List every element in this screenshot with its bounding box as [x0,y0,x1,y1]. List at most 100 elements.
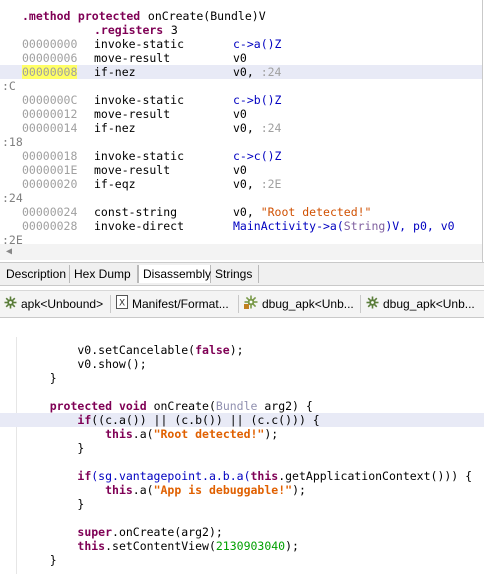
java-code-line[interactable]: } [0,553,484,567]
java-code-line[interactable]: } [0,371,484,385]
editor-tab-4[interactable]: dbug_apk<Unb... [366,294,475,314]
branch-label: :24 [2,191,23,205]
java-code-line[interactable]: if(sg.vantagepoint.a.b.a(this.getApplica… [0,469,484,483]
operand-token: v0 [233,51,247,65]
java-code-line[interactable]: this.setContentView(2130903040); [0,539,484,553]
java-code-line[interactable]: v0.setCancelable(false); [0,343,484,357]
java-token: this [77,539,106,553]
smali-instruction-line[interactable]: 00000006 move-result v0 [0,51,482,65]
java-line-text: if(sg.vantagepoint.a.b.a(this.getApplica… [22,469,472,483]
disassembly-view[interactable]: .method protected onCreate(Bundle)V .regi… [0,0,483,262]
editor-tab-label: dbug_apk<Unb... [383,297,475,311]
smali-instruction-line[interactable]: 00000028 invoke-direct MainActivity->a(Str… [0,219,482,233]
java-token: "Root detected!" [153,427,265,441]
operand-token: )V, p0, v0 [385,219,455,233]
instruction-address: 00000018 [22,149,78,163]
editor-tab-label: Manifest/Format... [132,297,229,311]
method-declaration-line: .method protected onCreate(Bundle)V [0,9,482,23]
java-code-line[interactable] [0,455,484,469]
java-token: } [22,371,57,385]
java-line-text: this.setContentView(2130903040); [22,539,299,553]
smali-instruction-line[interactable]: 00000008 if-nez v0, :24 [0,65,482,79]
java-token: if [77,469,92,483]
java-line-text: this.a("App is debuggable!"); [22,483,306,497]
method-directive: .method [22,9,71,23]
opcode: if-eqz [94,177,136,191]
operand-token: c->c()Z [233,149,282,163]
smali-instruction-line[interactable]: 0000000C invoke-static c->b()Z [0,93,482,107]
registers-line: .registers 3 [0,23,482,37]
smali-label-line[interactable]: :24 [0,191,482,205]
java-code-line[interactable]: protected void onCreate(Bundle arg2) { [0,399,484,413]
java-token: this [105,483,133,497]
tab-description[interactable]: Description [2,265,70,283]
java-code-line[interactable]: this.a("App is debuggable!"); [0,483,484,497]
java-token: onCreate( [146,399,216,413]
java-token: ); [285,539,299,553]
java-code-line[interactable]: } [0,497,484,511]
smali-label-line[interactable]: :18 [0,135,482,149]
java-source-editor[interactable]: v0.setCancelable(false); v0.show(); } pr… [0,337,484,574]
editor-tab-3[interactable]: dbug_apk<Unb... [244,294,354,314]
smali-instruction-line[interactable]: 00000012 move-result v0 [0,107,482,121]
operands: v0, :24 [233,121,281,135]
java-token: Bundle [215,399,258,413]
instruction-address: 0000001E [22,163,78,177]
java-code-line[interactable]: super.onCreate(arg2); [0,525,484,539]
editor-tab-label: dbug_apk<Unb... [262,297,354,311]
android-gear-icon [366,295,379,315]
operand-token: v0 [233,107,247,121]
scroll-left-arrow-icon[interactable]: ◀ [6,244,12,260]
svg-text:X: X [119,298,125,308]
java-token: "App is debuggable!" [153,483,293,497]
java-code-line[interactable]: v0.show(); [0,357,484,371]
operand-token: :24 [260,121,282,135]
java-code-line[interactable] [0,511,484,525]
java-code-line[interactable] [0,385,484,399]
tab-strings[interactable]: Strings [211,265,259,283]
java-token: protected void [49,399,147,413]
operands: c->c()Z [233,149,281,163]
operand-token: c->a()Z [233,37,282,51]
smali-instruction-line[interactable]: 00000024 const-string v0, "Root detected!" [0,205,482,219]
disassembly-horizontal-scrollbar[interactable]: ◀ [0,244,482,260]
instruction-address: 0000000C [22,93,78,107]
operands: v0, "Root detected!" [233,205,371,219]
java-token: } [22,441,85,455]
opcode: move-result [94,163,171,177]
tab-disassembly[interactable]: Disassembly [138,265,211,283]
editor-tab-label: apk<Unbound> [21,297,104,311]
operand-token: v0, [233,121,261,135]
tab-separator [110,295,111,313]
java-line-text: this.a("Root detected!"); [22,427,278,441]
registers-count: 3 [164,23,178,37]
branch-label: :18 [2,135,23,149]
smali-instruction-line[interactable]: 00000020 if-eqz v0, :2E [0,177,482,191]
java-token [22,399,50,413]
java-token: super [77,525,113,539]
operands: v0 [233,163,247,177]
operands: MainActivity->a(String)V, p0, v0 [233,219,455,233]
operand-token: v0, [233,65,261,79]
smali-label-line[interactable]: :C [0,79,482,93]
operands: v0 [233,51,247,65]
editor-tab-2[interactable]: X Manifest/Format... [116,294,229,314]
java-line-text: protected void onCreate(Bundle arg2) { [22,399,313,413]
tab-hex-dump[interactable]: Hex Dump [70,265,138,283]
java-line-text: v0.show(); [22,357,146,371]
instruction-address: 00000020 [22,177,78,191]
instruction-address: 00000028 [22,219,78,233]
java-token [22,539,77,553]
java-code-line[interactable]: } [0,441,484,455]
editor-tab-1[interactable]: apk<Unbound> [4,294,103,314]
smali-instruction-line[interactable]: 00000014 if-nez v0, :24 [0,121,482,135]
java-token: } [22,553,57,567]
smali-instruction-line[interactable]: 0000001E move-result v0 [0,163,482,177]
java-token: .setContentView( [105,539,216,553]
java-code-line[interactable]: if((c.a()) || (c.b()) || (c.c())) { [0,413,484,427]
smali-instruction-line[interactable]: 00000018 invoke-static c->c()Z [0,149,482,163]
java-token: } [22,497,85,511]
smali-instruction-line[interactable]: 00000000 invoke-static c->a()Z [0,37,482,51]
opcode: invoke-direct [94,219,185,233]
java-code-line[interactable]: this.a("Root detected!"); [0,427,484,441]
